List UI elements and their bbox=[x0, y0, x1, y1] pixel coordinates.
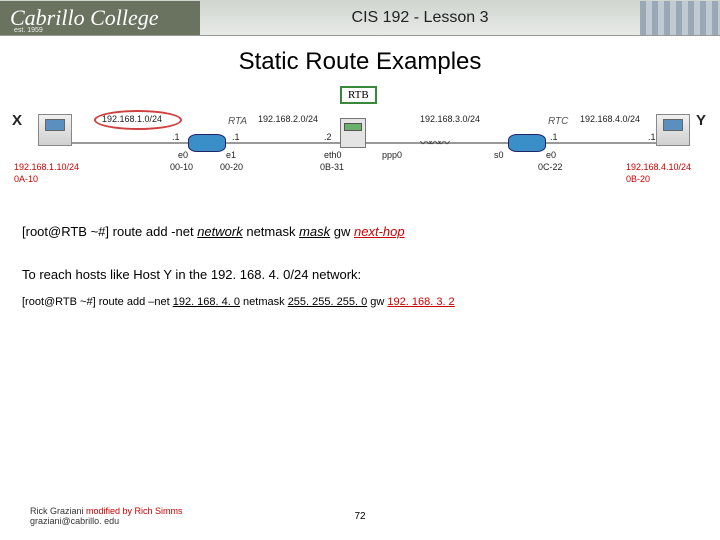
router-rta-icon bbox=[188, 134, 226, 152]
modified-by: modified by Rich Simms bbox=[84, 506, 183, 516]
page-number: 72 bbox=[354, 511, 365, 522]
author: Rick Graziani bbox=[30, 506, 84, 516]
rtb-eth0: eth0 bbox=[324, 150, 342, 160]
example-mask: 255. 255. 255. 0 bbox=[288, 296, 368, 308]
mac-00-20: 00-20 bbox=[220, 162, 243, 172]
rta-e0: e0 bbox=[178, 150, 188, 160]
mac-0b-31: 0B-31 bbox=[320, 162, 344, 172]
cmd-keyword2: route add –net bbox=[99, 296, 173, 308]
cmd-keyword: route add -net bbox=[113, 224, 198, 239]
net4-label: 192.168.4.0/24 bbox=[580, 114, 640, 124]
rta-e1: e1 bbox=[226, 150, 236, 160]
serial-line-icon: 〰〰〰 bbox=[420, 134, 447, 151]
rtc-dot1: .1 bbox=[550, 132, 558, 142]
kw-gw: gw bbox=[330, 224, 354, 239]
kw-gw2: gw bbox=[367, 296, 387, 308]
kw-netmask: netmask bbox=[243, 224, 299, 239]
hosty-dot1: .1 bbox=[648, 132, 656, 142]
host-y-label: Y bbox=[696, 112, 706, 129]
ip-x: 192.168.1.10/24 bbox=[14, 162, 79, 172]
host-x-icon bbox=[38, 114, 72, 146]
host-y-icon bbox=[656, 114, 690, 146]
rtb-ppp0: ppp0 bbox=[382, 150, 402, 160]
rta-dot1-right: .1 bbox=[232, 132, 240, 142]
arg-nexthop: next-hop bbox=[354, 224, 405, 239]
mac-0c-22: 0C-22 bbox=[538, 162, 563, 172]
explanation-text: To reach hosts like Host Y in the 192. 1… bbox=[22, 267, 698, 282]
slide-title: Static Route Examples bbox=[0, 48, 720, 76]
author-email: graziani@cabrillo. edu bbox=[30, 516, 119, 526]
footer-credits: Rick Graziani modified by Rich Simms gra… bbox=[30, 506, 183, 526]
rtc-s0: s0 bbox=[494, 150, 504, 160]
example-gw: 192. 168. 3. 2 bbox=[387, 296, 454, 308]
prompt2: [root@RTB ~#] bbox=[22, 296, 99, 308]
pillars-decoration bbox=[640, 1, 720, 35]
mac-x: 0A-10 bbox=[14, 174, 38, 184]
command-syntax: [root@RTB ~#] route add -net network net… bbox=[22, 224, 698, 239]
server-rtb-icon bbox=[340, 118, 366, 148]
rta-dot1-left: .1 bbox=[172, 132, 180, 142]
arg-network: network bbox=[197, 224, 243, 239]
rtc-label: RTC bbox=[548, 116, 568, 127]
net1-highlight bbox=[94, 110, 182, 130]
arg-mask: mask bbox=[299, 224, 330, 239]
rtb-dot2: .2 bbox=[324, 132, 332, 142]
example-net: 192. 168. 4. 0 bbox=[173, 296, 240, 308]
network-diagram: RTB X 192.168.1.10/24 0A-10 192.168.1.0/… bbox=[10, 86, 710, 206]
college-logo: Cabrillo College est. 1959 bbox=[0, 1, 200, 35]
mac-y: 0B-20 bbox=[626, 174, 650, 184]
host-x-label: X bbox=[12, 112, 22, 129]
ip-y: 192.168.4.10/24 bbox=[626, 162, 691, 172]
rtc-e0: e0 bbox=[546, 150, 556, 160]
slide-header: Cabrillo College est. 1959 CIS 192 - Les… bbox=[0, 0, 720, 36]
logo-est: est. 1959 bbox=[14, 27, 43, 34]
command-example: [root@RTB ~#] route add –net 192. 168. 4… bbox=[22, 296, 698, 308]
kw-netmask2: netmask bbox=[240, 296, 288, 308]
router-rtc-icon bbox=[508, 134, 546, 152]
prompt: [root@RTB ~#] bbox=[22, 224, 113, 239]
mac-00-10: 00-10 bbox=[170, 162, 193, 172]
rtb-label-box: RTB bbox=[340, 86, 377, 104]
course-title: CIS 192 - Lesson 3 bbox=[200, 9, 640, 27]
net2-label: 192.168.2.0/24 bbox=[258, 114, 318, 124]
net3-label: 192.168.3.0/24 bbox=[420, 114, 480, 124]
rta-label: RTA bbox=[228, 116, 247, 127]
